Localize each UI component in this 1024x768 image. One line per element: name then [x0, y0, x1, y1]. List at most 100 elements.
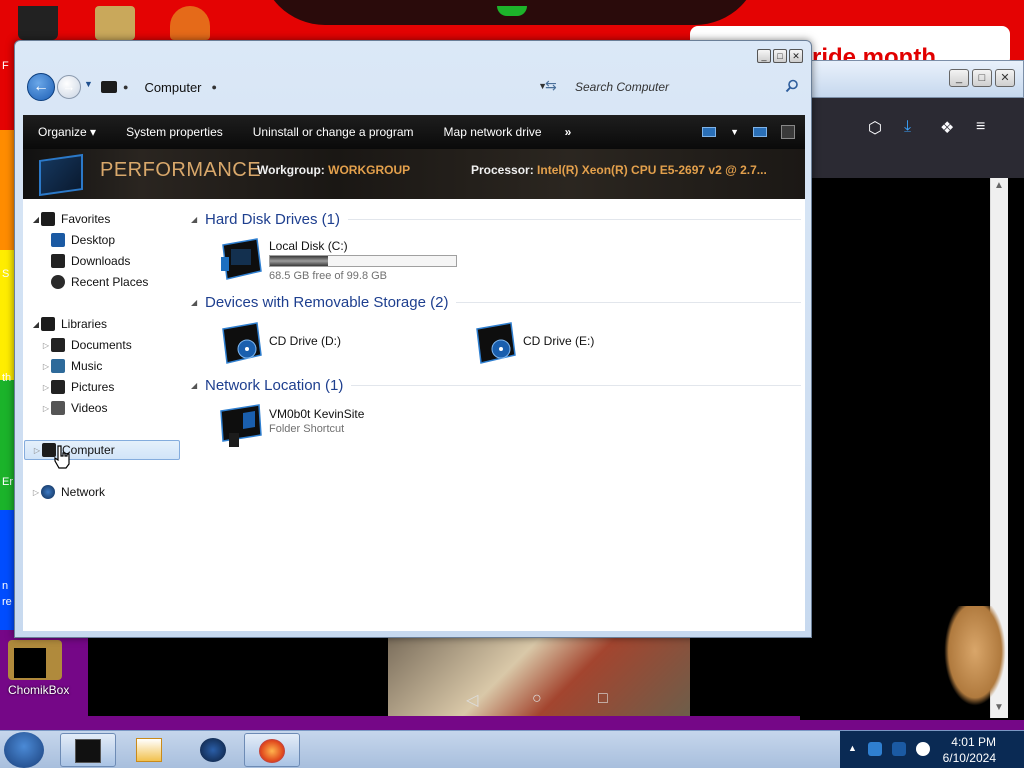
- drive-tile-cd-e[interactable]: CD Drive (E:): [471, 319, 671, 369]
- nav-item-documents[interactable]: ▷ Documents: [41, 335, 132, 355]
- collapse-icon[interactable]: ◢: [191, 298, 205, 307]
- taskbar-explorer[interactable]: [60, 733, 116, 767]
- file-list: ◢ Hard Disk Drives (1) Local Disk (C:) 6…: [189, 199, 805, 631]
- expand-icon[interactable]: ▷: [31, 488, 41, 497]
- map-network-drive-button[interactable]: Map network drive: [429, 125, 557, 139]
- show-hidden-icons[interactable]: ▲: [848, 743, 857, 753]
- computer-icon: [101, 81, 117, 93]
- network-status-icon[interactable]: [892, 742, 906, 756]
- navigation-bar: ← → ▼ ● Computer ● ▼ ⇆ Search Computer: [23, 71, 805, 103]
- desktop-icon-label[interactable]: ChomikBox: [8, 683, 69, 697]
- nav-item-libraries[interactable]: ◢ Libraries: [31, 314, 107, 334]
- search-placeholder: Search Computer: [575, 80, 670, 94]
- taskbar-firefox[interactable]: [244, 733, 300, 767]
- clock-time[interactable]: 4:01 PM: [951, 735, 996, 749]
- drive-name: Local Disk (C:): [269, 239, 348, 253]
- close-button[interactable]: ✕: [789, 49, 803, 63]
- maximize-button[interactable]: □: [972, 69, 992, 87]
- recents-nav-icon[interactable]: □: [598, 690, 608, 708]
- globe-icon: [200, 738, 226, 762]
- collapse-icon[interactable]: ◢: [191, 381, 205, 390]
- help-icon[interactable]: [781, 125, 795, 139]
- extensions-icon[interactable]: ❖: [940, 118, 954, 138]
- desktop-icon-label-fragment: Er: [2, 476, 13, 488]
- change-view-icon[interactable]: [702, 127, 717, 137]
- home-nav-icon[interactable]: ○: [532, 690, 542, 708]
- scroll-up-icon[interactable]: ▲: [994, 180, 1004, 191]
- system-properties-button[interactable]: System properties: [111, 125, 238, 139]
- taskbar-app[interactable]: [186, 733, 242, 767]
- network-icon: [41, 485, 55, 499]
- expand-icon[interactable]: ▷: [41, 362, 51, 371]
- drive-free-space: 68.5 GB free of 99.8 GB: [269, 270, 388, 282]
- expand-icon[interactable]: ▷: [41, 383, 51, 392]
- clock-date[interactable]: 6/10/2024: [943, 751, 996, 765]
- search-icon[interactable]: [785, 79, 799, 93]
- media-player-icon: [136, 738, 162, 762]
- forward-button[interactable]: →: [57, 75, 81, 99]
- workgroup-info: Workgroup: WORKGROUP: [257, 163, 411, 177]
- drive-tile-cd-d[interactable]: CD Drive (D:): [217, 319, 417, 369]
- breadcrumb-separator-icon[interactable]: ●: [123, 82, 128, 92]
- nav-item-downloads[interactable]: Downloads: [51, 251, 130, 271]
- back-nav-icon[interactable]: ◁: [466, 690, 478, 710]
- collapse-icon[interactable]: ◢: [191, 215, 205, 224]
- history-dropdown-icon[interactable]: ▼: [84, 79, 93, 89]
- taskbar-media-player[interactable]: [122, 733, 178, 767]
- network-location-tile[interactable]: VM0b0t KevinSite Folder Shortcut: [217, 403, 437, 453]
- expand-icon[interactable]: ▷: [41, 341, 51, 350]
- uninstall-program-button[interactable]: Uninstall or change a program: [238, 125, 429, 139]
- nav-item-computer[interactable]: ▷ Computer: [24, 440, 180, 460]
- folder-icon[interactable]: [95, 6, 135, 40]
- volume-icon[interactable]: [916, 742, 930, 756]
- collapse-icon[interactable]: ◢: [31, 215, 41, 224]
- group-header-network-location[interactable]: ◢ Network Location (1): [191, 375, 801, 395]
- music-icon: [51, 359, 65, 373]
- menu-icon[interactable]: ≡: [976, 118, 985, 136]
- expand-icon[interactable]: ▷: [32, 446, 42, 455]
- nav-item-music[interactable]: ▷ Music: [41, 356, 102, 376]
- desktop-icon-label-fragment: re: [2, 596, 12, 608]
- explorer-window[interactable]: _ □ ✕ ← → ▼ ● Computer ● ▼ ⇆ Search Comp…: [14, 40, 812, 638]
- drive-usage-fill: [270, 256, 328, 266]
- address-bar[interactable]: ● Computer ● ▼: [97, 75, 559, 99]
- group-header-hard-disk-drives[interactable]: ◢ Hard Disk Drives (1): [191, 209, 801, 229]
- nav-item-network[interactable]: ▷ Network: [31, 482, 105, 502]
- start-button[interactable]: [4, 732, 44, 768]
- nav-item-videos[interactable]: ▷ Videos: [41, 398, 107, 418]
- minimize-button[interactable]: _: [757, 49, 771, 63]
- downloads-icon: [51, 254, 65, 268]
- breadcrumb-separator-icon[interactable]: ●: [212, 82, 217, 92]
- browser-icon[interactable]: [170, 6, 210, 40]
- group-header-removable-storage[interactable]: ◢ Devices with Removable Storage (2): [191, 292, 801, 312]
- organize-button[interactable]: Organize ▾: [23, 125, 111, 139]
- close-button[interactable]: ✕: [995, 69, 1015, 87]
- view-dropdown-icon[interactable]: ▼: [730, 127, 739, 137]
- breadcrumb-item[interactable]: Computer: [144, 80, 201, 95]
- chomikbox-icon[interactable]: [8, 640, 62, 680]
- minimize-button[interactable]: _: [949, 69, 969, 87]
- navigation-pane: ◢ Favorites Desktop Downloads Recent Pla…: [23, 199, 189, 631]
- more-commands-button[interactable]: »: [557, 125, 580, 139]
- hand-cursor-icon: [54, 445, 70, 469]
- recycle-bin-icon[interactable]: [18, 6, 58, 40]
- video-player[interactable]: ◁ ○ □: [88, 638, 800, 716]
- tray-app-icon[interactable]: [868, 742, 882, 756]
- collapse-icon[interactable]: ◢: [31, 320, 41, 329]
- expand-icon[interactable]: ▷: [41, 404, 51, 413]
- pocket-icon[interactable]: ⬡: [868, 118, 882, 138]
- nav-item-desktop[interactable]: Desktop: [51, 230, 115, 250]
- nav-item-pictures[interactable]: ▷ Pictures: [41, 377, 114, 397]
- download-icon[interactable]: ⤓: [904, 118, 911, 136]
- back-button[interactable]: ←: [27, 73, 55, 101]
- preview-pane-icon[interactable]: [753, 127, 767, 137]
- nav-item-favorites[interactable]: ◢ Favorites: [31, 209, 110, 229]
- browser-titlebar[interactable]: _ □ ✕: [800, 60, 1024, 98]
- search-input[interactable]: Search Computer: [569, 75, 803, 99]
- nav-item-recent-places[interactable]: Recent Places: [51, 272, 148, 292]
- refresh-icon[interactable]: ⇆: [545, 77, 557, 94]
- drive-tile-local-disk[interactable]: Local Disk (C:) 68.5 GB free of 99.8 GB: [217, 235, 477, 285]
- browser-toolbar: ⬡ ⤓ ❖ ≡: [800, 98, 1024, 178]
- maximize-button[interactable]: □: [773, 49, 787, 63]
- firefox-icon: [259, 739, 285, 763]
